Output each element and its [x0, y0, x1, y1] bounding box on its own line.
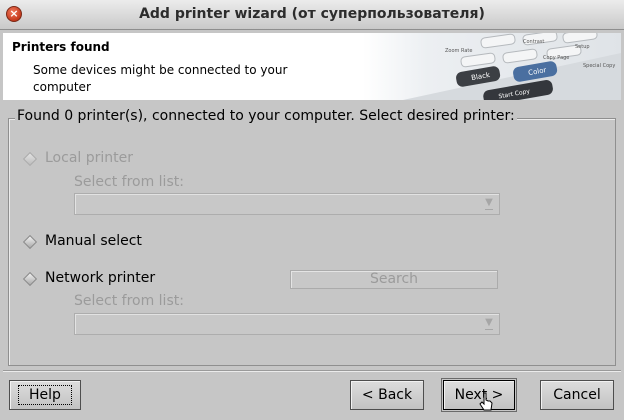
manual-select-label: Manual select: [45, 233, 142, 249]
art-key-label: Copy Page: [543, 55, 569, 61]
dropdown-arrow-icon: ▼: [482, 196, 496, 212]
network-printer-label: Network printer: [45, 270, 156, 286]
local-select-label: Select from list:: [74, 174, 184, 190]
cancel-button-label: Cancel: [553, 387, 601, 403]
local-printer-combo[interactable]: ▼: [74, 193, 500, 215]
art-key-label: Setup: [575, 44, 590, 50]
search-button[interactable]: Search: [290, 270, 498, 289]
header-title: Printers found: [12, 40, 110, 54]
printer-panel-image: Contrast Zoom Rate Copy Page Setup Speci…: [363, 33, 621, 100]
separator: [3, 370, 621, 372]
cancel-button[interactable]: Cancel: [540, 380, 614, 410]
back-button-label: < Back: [361, 387, 413, 403]
wizard-header: Printers found Some devices might be con…: [3, 33, 621, 100]
local-printer-label: Local printer: [45, 150, 133, 166]
network-printer-combo[interactable]: ▼: [74, 313, 500, 335]
back-button[interactable]: < Back: [350, 380, 424, 410]
network-select-label: Select from list:: [74, 293, 184, 309]
art-key-label: Special Copy: [583, 63, 615, 69]
art-key-label: Contrast: [523, 39, 544, 45]
dropdown-arrow-icon: ▼: [482, 316, 496, 332]
window-title: Add printer wizard (от суперпользователя…: [139, 6, 485, 22]
title-bar: × Add printer wizard (от суперпользовате…: [0, 0, 624, 30]
help-button-label: Help: [18, 385, 72, 405]
help-button[interactable]: Help: [9, 380, 81, 410]
header-subtitle: Some devices might be connected to your …: [33, 63, 288, 94]
art-key-label: Zoom Rate: [445, 48, 472, 54]
mouse-cursor-icon: [479, 392, 493, 411]
group-title: Found 0 printer(s), connected to your co…: [15, 108, 517, 124]
